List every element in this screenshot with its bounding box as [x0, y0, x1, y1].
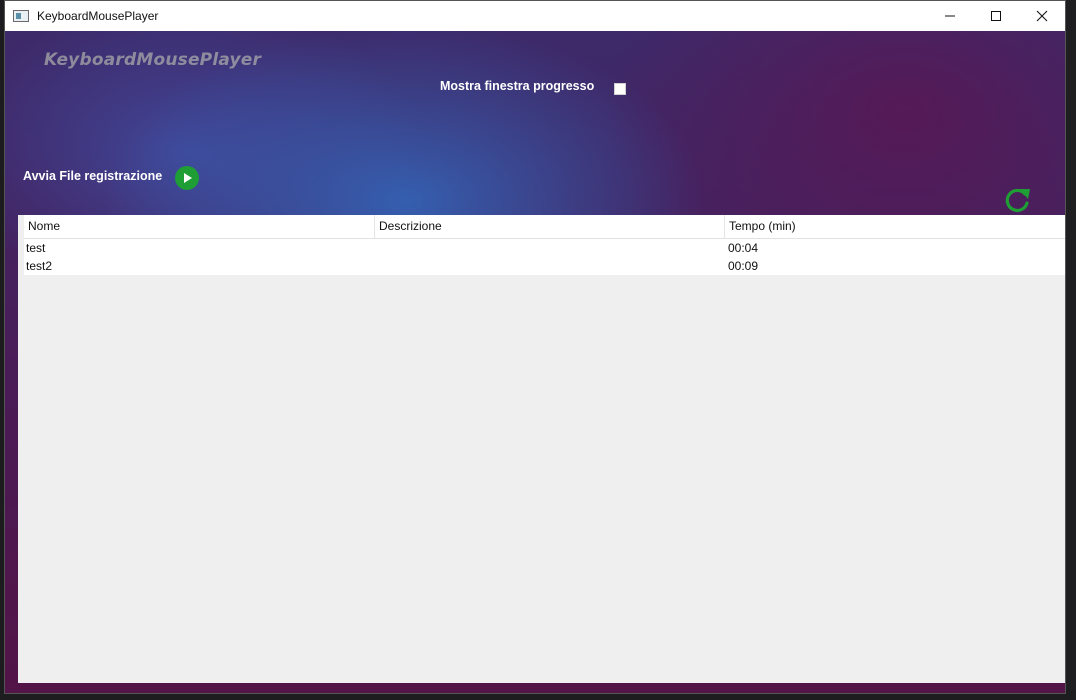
maximize-button[interactable]: [973, 1, 1019, 31]
list-item[interactable]: test2 00:09: [24, 257, 1065, 275]
close-button[interactable]: [1019, 1, 1065, 31]
app-name-watermark: KeyboardMousePlayer: [44, 50, 262, 70]
app-window-icon: [13, 10, 29, 22]
refresh-icon: [1005, 188, 1030, 213]
minimize-button[interactable]: [927, 1, 973, 31]
minimize-icon: [945, 15, 955, 17]
cell-nome: test2: [26, 259, 53, 273]
main-content: KeyboardMousePlayer Mostra finestra prog…: [5, 31, 1065, 693]
cell-nome: test: [26, 241, 46, 255]
window-controls: [927, 1, 1065, 31]
cell-tempo: 00:04: [728, 241, 759, 255]
column-header-descrizione[interactable]: Descrizione: [375, 215, 725, 238]
cell-descrizione: [375, 239, 725, 257]
column-header-tempo[interactable]: Tempo (min): [725, 215, 1065, 238]
title-bar[interactable]: KeyboardMousePlayer: [5, 1, 1065, 31]
list-item[interactable]: test 00:04: [24, 239, 1065, 257]
list-header: Nome Descrizione Tempo (min): [24, 215, 1065, 239]
close-icon: [1036, 10, 1048, 22]
cell-descrizione: [375, 257, 725, 275]
start-recording-label: Avvia File registrazione: [23, 169, 163, 183]
window-title: KeyboardMousePlayer: [37, 9, 159, 23]
recordings-list[interactable]: Nome Descrizione Tempo (min) test 00:04 …: [18, 215, 1065, 683]
show-progress-label: Mostra finestra progresso: [440, 79, 595, 93]
column-header-nome[interactable]: Nome: [24, 215, 375, 238]
play-button[interactable]: [175, 166, 199, 190]
list-rows: test 00:04 test2 00:09: [24, 239, 1065, 275]
maximize-icon: [991, 11, 1001, 21]
play-icon: [184, 173, 192, 183]
cell-tempo: 00:09: [728, 259, 759, 273]
desktop-background-right: [1066, 0, 1076, 700]
app-window: KeyboardMousePlayer KeyboardMousePlayer …: [4, 0, 1066, 694]
show-progress-checkbox[interactable]: [614, 83, 626, 95]
refresh-button[interactable]: [1003, 185, 1033, 215]
